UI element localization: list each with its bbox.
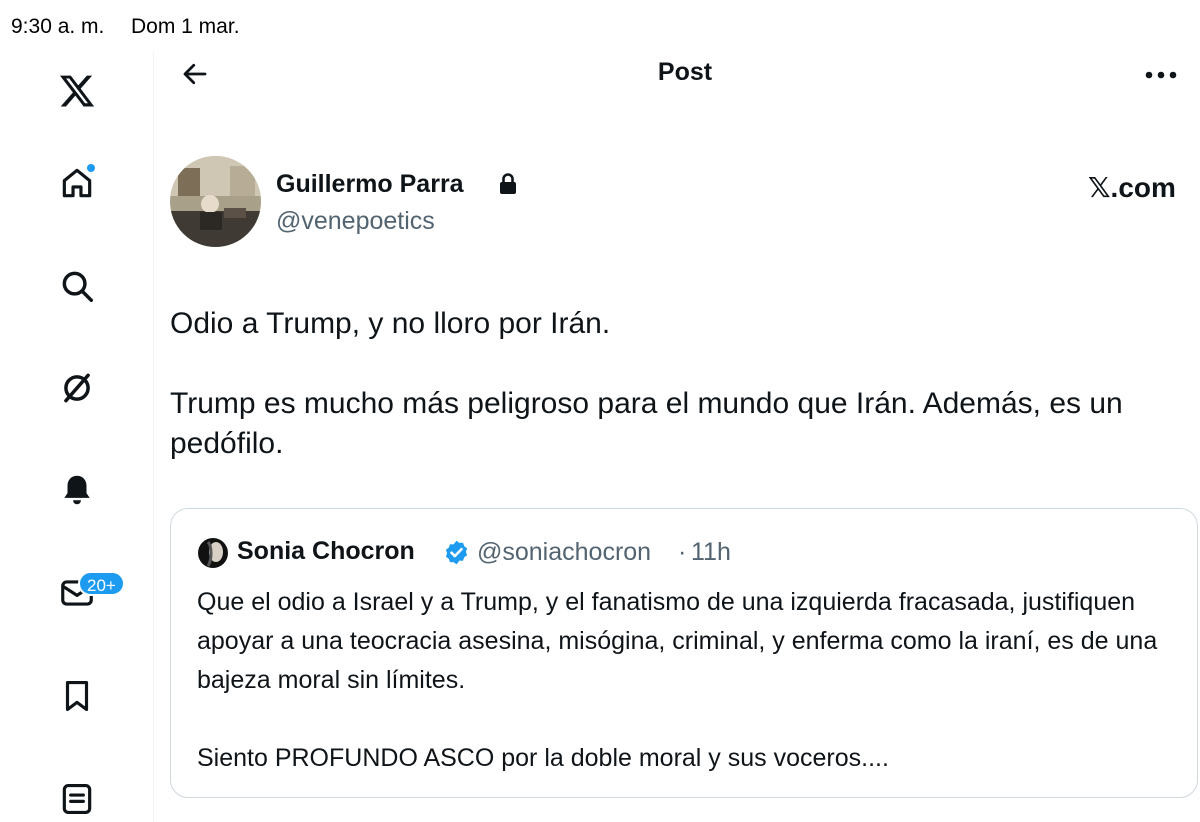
arrow-left-icon <box>183 63 207 85</box>
status-time: 9:30 a. m. <box>11 15 105 38</box>
search-icon[interactable] <box>52 261 102 311</box>
x-logo-icon[interactable] <box>52 66 102 116</box>
more-dots-icon <box>1145 71 1177 79</box>
grok-icon[interactable] <box>52 363 102 413</box>
quote-author-avatar <box>198 538 228 568</box>
back-button[interactable] <box>175 54 215 94</box>
separator-dot: · <box>678 538 687 566</box>
messages-badge: 20+ <box>78 571 125 596</box>
x-com-watermark: 𝕏.com <box>1088 172 1176 203</box>
quoted-post[interactable]: Sonia Chocron @soniachocron · 11h Que el… <box>170 508 1198 798</box>
lists-icon[interactable] <box>52 774 102 822</box>
quote-text: Que el odio a Israel y a Trump, y el fan… <box>197 588 1158 772</box>
status-date: Dom 1 mar. <box>131 15 240 38</box>
bookmark-icon[interactable] <box>52 671 102 721</box>
status-bar: 9:30 a. m. Dom 1 mar. <box>0 0 1200 52</box>
bell-icon[interactable] <box>52 465 102 515</box>
mail-icon[interactable]: 20+ <box>52 568 125 618</box>
author-handle[interactable]: @venepoetics <box>276 207 435 236</box>
author-name[interactable]: Guillermo Parra <box>276 170 464 199</box>
more-options-button[interactable] <box>1139 55 1183 95</box>
lock-icon <box>500 173 516 194</box>
post-header: Post <box>155 52 1200 96</box>
post-text: Odio a Trump, y no lloro por Irán. Trump… <box>170 307 1123 460</box>
home-icon[interactable] <box>52 158 102 208</box>
notification-dot <box>86 163 96 173</box>
page-title: Post <box>657 58 713 86</box>
quote-author-name: Sonia Chocron <box>237 537 415 565</box>
sidebar-nav: 20+ <box>0 52 154 822</box>
quote-author-handle: @soniachocron <box>477 538 652 566</box>
quote-timestamp: 11h <box>691 538 731 566</box>
author-avatar[interactable] <box>170 156 261 247</box>
verified-badge-icon <box>445 540 468 565</box>
